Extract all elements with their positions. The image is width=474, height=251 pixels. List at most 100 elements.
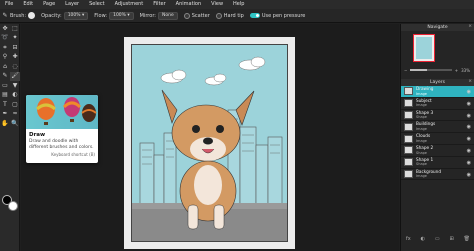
visibility-eye-icon[interactable]: ◉: [467, 89, 471, 95]
visibility-eye-icon[interactable]: ◉: [467, 172, 471, 178]
menu-animation[interactable]: Animation: [171, 0, 207, 9]
group-icon[interactable]: ▭: [435, 236, 440, 242]
menu-bar: File Edit Page Layer Select Adjustment Filter A…: [0, 0, 474, 9]
layer-row[interactable]: Shape 2 Shape ◉: [401, 145, 474, 157]
eraser-icon[interactable]: ▭: [0, 81, 10, 91]
hard-tip-radio[interactable]: [215, 12, 222, 19]
layer-thumbnail: [404, 110, 413, 119]
layer-type: Image: [416, 174, 427, 179]
zoom-in-icon[interactable]: +: [455, 68, 458, 73]
layers-footer: fx ◐ ▭ ⊞ 🗑: [401, 234, 474, 244]
canvas[interactable]: [131, 44, 288, 242]
visibility-eye-icon[interactable]: ◉: [467, 113, 471, 119]
pen-icon[interactable]: ✒: [0, 110, 10, 120]
blur-icon[interactable]: ◌: [10, 62, 20, 72]
tooltip-title: Draw: [29, 132, 46, 138]
layer-type: Shape: [416, 115, 427, 120]
visibility-eye-icon[interactable]: ◉: [467, 101, 471, 107]
navigator-zoom-control[interactable]: − + 33%: [404, 67, 470, 73]
layer-type: Image: [416, 127, 427, 132]
layer-type: Image: [416, 138, 427, 143]
scatter-option[interactable]: Scatter: [183, 12, 210, 19]
menu-page[interactable]: Page: [38, 0, 60, 9]
spot-heal-icon[interactable]: ✚: [10, 53, 20, 63]
scatter-radio[interactable]: [183, 12, 190, 19]
menu-filter[interactable]: Filter: [148, 0, 170, 9]
color-swatches[interactable]: [2, 195, 18, 211]
hand-icon[interactable]: ✋: [0, 119, 10, 129]
shape-icon[interactable]: ▢: [10, 100, 20, 110]
delete-layer-icon[interactable]: 🗑: [464, 236, 470, 242]
crop-icon[interactable]: ⌗: [0, 43, 10, 53]
gradient-icon[interactable]: ▤: [0, 91, 10, 101]
opacity-control[interactable]: Opacity: 100% ▾: [41, 11, 89, 20]
tooltip-description: Draw and doodle with different brushes a…: [29, 139, 94, 150]
pen-pressure-label: Use pen pressure: [261, 12, 306, 19]
zoom-level: 33%: [461, 67, 470, 73]
hard-tip-option[interactable]: Hard tip: [215, 12, 244, 19]
zoom-out-icon[interactable]: −: [404, 68, 407, 73]
navigator-close-icon[interactable]: ×: [468, 24, 472, 29]
flow-dropdown[interactable]: 100% ▾: [109, 11, 134, 20]
layer-row[interactable]: Buildings Image ◉: [401, 121, 474, 134]
layers-list: Drawing Image ◉ Subject Image ◉ Shape 3 Shape ◉ B…: [401, 86, 474, 181]
select-icon[interactable]: ⬚: [10, 24, 20, 34]
type-icon[interactable]: T: [0, 100, 10, 110]
scatter-label: Scatter: [191, 12, 210, 19]
layer-row[interactable]: Subject Image ◉: [401, 98, 474, 110]
right-panels: Navigate × − + 33% Layers × Drawing Image…: [400, 24, 474, 251]
mirror-control[interactable]: Mirror: None: [139, 11, 178, 20]
zoom-icon[interactable]: 🔍: [10, 119, 20, 129]
brush-icon[interactable]: 🖌: [10, 71, 20, 81]
liquify-icon[interactable]: ≈: [10, 110, 20, 120]
wand-icon[interactable]: ✦: [10, 34, 20, 44]
eyedropper-icon[interactable]: ⚲: [0, 53, 10, 63]
lasso-icon[interactable]: ➰: [0, 34, 10, 44]
menu-adjustment[interactable]: Adjustment: [110, 0, 149, 9]
visibility-eye-icon[interactable]: ◉: [467, 160, 471, 166]
move-icon[interactable]: ✥: [0, 24, 10, 34]
mask-icon[interactable]: ◐: [421, 236, 425, 242]
dodge-icon[interactable]: ◐: [10, 91, 20, 101]
pen-pressure-option[interactable]: Use pen pressure: [249, 12, 306, 19]
layers-close-icon[interactable]: ×: [468, 79, 472, 84]
visibility-eye-icon[interactable]: ◉: [467, 124, 471, 130]
layer-row[interactable]: Drawing Image ◉: [401, 86, 474, 98]
menu-edit[interactable]: Edit: [18, 0, 38, 9]
visibility-eye-icon[interactable]: ◉: [467, 148, 471, 154]
layer-thumbnail: [404, 158, 413, 167]
menu-help[interactable]: Help: [228, 0, 249, 9]
menu-layer[interactable]: Layer: [60, 0, 84, 9]
stamp-icon[interactable]: ⌂: [0, 62, 10, 72]
canvas-artwork: [132, 45, 287, 241]
pencil-icon[interactable]: ✎: [0, 72, 10, 82]
mirror-dropdown[interactable]: None: [157, 11, 178, 20]
brush-preview-icon[interactable]: [28, 12, 36, 19]
layer-row[interactable]: Background Image ◉: [401, 169, 474, 181]
background-color-swatch[interactable]: [8, 201, 18, 211]
layer-style-icon[interactable]: fx: [406, 236, 411, 242]
brush-tool-icon: ✎: [2, 11, 8, 19]
fill-icon[interactable]: ▼: [10, 81, 20, 91]
flow-control[interactable]: Flow: 100% ▾: [94, 11, 134, 20]
new-layer-icon[interactable]: ⊞: [450, 236, 454, 242]
menu-view[interactable]: View: [206, 0, 228, 9]
layer-row[interactable]: Clouds Image ◉: [401, 133, 474, 145]
slice-icon[interactable]: ⊟: [10, 43, 20, 53]
mirror-label: Mirror:: [139, 12, 156, 19]
layer-row[interactable]: Shape 1 Shape ◉: [401, 157, 474, 169]
navigator-thumbnail[interactable]: [413, 34, 435, 62]
opacity-dropdown[interactable]: 100% ▾: [63, 11, 89, 20]
layer-type: Shape: [416, 162, 427, 167]
layer-thumbnail: [404, 146, 413, 155]
tools-panel: ✥ ⬚ ➰ ✦ ⌗ ⊟ ⚲ ✚ ⌂ ◌ ✎ 🖌 ▭ ▼ ▤ ◐ T ▢ ✒ ≈ ✋ 🔍: [0, 24, 20, 251]
tool-tooltip: Draw Draw and doodle with different brus…: [26, 95, 98, 163]
layer-row[interactable]: Shape 3 Shape ◉: [401, 110, 474, 122]
visibility-eye-icon[interactable]: ◉: [467, 136, 471, 142]
menu-file[interactable]: File: [0, 0, 18, 9]
pen-pressure-toggle[interactable]: [249, 13, 260, 18]
menu-select[interactable]: Select: [84, 0, 109, 9]
brush-picker[interactable]: Brush:: [10, 12, 36, 19]
zoom-slider[interactable]: [410, 69, 452, 71]
options-bar: ✎ Brush: Opacity: 100% ▾ Flow: 100% ▾ Mi…: [0, 9, 474, 23]
